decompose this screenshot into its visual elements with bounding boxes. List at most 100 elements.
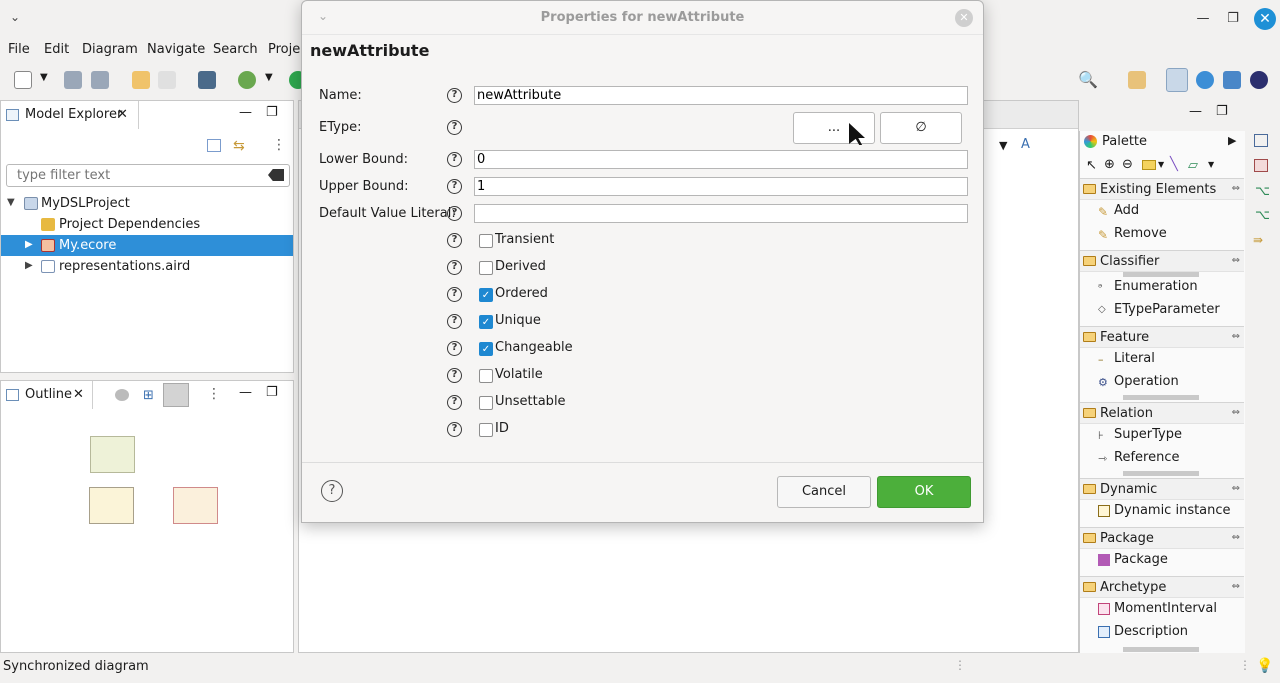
help-icon[interactable]: ? — [447, 120, 462, 135]
palette-item-description[interactable]: Description — [1080, 621, 1244, 643]
dialog-close-button[interactable]: ✕ — [955, 9, 973, 27]
menu-search[interactable]: Search — [213, 42, 258, 57]
team-perspective-icon[interactable] — [1223, 71, 1241, 89]
palette-item-add[interactable]: ✎ Add — [1080, 200, 1244, 222]
new-icon[interactable] — [14, 71, 32, 89]
help-icon[interactable]: ? — [447, 287, 462, 302]
help-icon[interactable]: ? — [447, 233, 462, 248]
unsettable-checkbox[interactable] — [479, 396, 493, 410]
name-input[interactable] — [474, 86, 968, 105]
tree-item-my-ecore[interactable]: ▶ My.ecore — [1, 235, 293, 256]
help-icon[interactable]: ? — [447, 314, 462, 329]
palette-item-supertype[interactable]: ⊦ SuperType — [1080, 424, 1244, 446]
image-view-icon[interactable] — [1254, 159, 1268, 172]
zoom-in-icon[interactable]: ⊕ — [1104, 157, 1115, 172]
menu-navigate[interactable]: Navigate — [147, 42, 205, 57]
palette-section-feature[interactable]: Feature ⇔ — [1080, 326, 1244, 348]
palette-item-momentinterval[interactable]: MomentInterval — [1080, 598, 1244, 620]
palette-item-remove[interactable]: ✎ Remove — [1080, 223, 1244, 245]
hierarchy-view-icon[interactable]: ⌥ — [1255, 184, 1270, 199]
tree-item-mydslproject[interactable]: ▼ MyDSLProject — [1, 193, 293, 214]
maximize-view-icon[interactable]: ❐ — [266, 385, 278, 400]
close-window-button[interactable]: ✕ — [1254, 8, 1276, 30]
type-hierarchy-icon[interactable]: ⌥ — [1255, 208, 1270, 223]
derived-checkbox[interactable] — [479, 261, 493, 275]
help-icon[interactable]: ? — [447, 88, 462, 103]
unique-checkbox[interactable]: ✓ — [479, 315, 493, 329]
menu-diagram[interactable]: Diagram — [82, 42, 138, 57]
pin-icon[interactable]: ⇔ — [1232, 483, 1240, 494]
upper-bound-input[interactable] — [474, 177, 968, 196]
debug-dropdown-icon[interactable]: ▼ — [265, 72, 273, 83]
expanded-arrow-icon[interactable]: ▼ — [7, 197, 17, 209]
shape-tool-icon[interactable]: ▱ — [1188, 158, 1198, 173]
save-icon[interactable] — [64, 71, 82, 89]
palette-item-reference[interactable]: ⇾ Reference — [1080, 447, 1244, 469]
palette-scroll-indicator[interactable] — [1123, 647, 1199, 652]
save-all-icon[interactable] — [91, 71, 109, 89]
default-value-input[interactable] — [474, 204, 968, 223]
palette-collapse-icon[interactable]: ▶ — [1228, 134, 1236, 147]
palette-section-existing-elements[interactable]: Existing Elements ⇔ — [1080, 178, 1244, 200]
maximize-view-icon[interactable]: ❐ — [266, 105, 278, 120]
help-icon[interactable]: ? — [447, 422, 462, 437]
filter-input[interactable] — [17, 167, 257, 184]
tree-item-project-dependencies[interactable]: Project Dependencies — [1, 214, 293, 235]
palette-item-enumeration[interactable]: ᵊ Enumeration — [1080, 276, 1244, 298]
debug-icon[interactable] — [238, 71, 256, 89]
pin-icon[interactable]: ⇔ — [1232, 255, 1240, 266]
terminal-icon[interactable] — [198, 71, 216, 89]
tree-outline-icon[interactable]: ⊞ — [143, 388, 154, 403]
palette-section-dynamic[interactable]: Dynamic ⇔ — [1080, 478, 1244, 500]
palette-scroll-indicator[interactable] — [1123, 395, 1199, 400]
palette-item-etypeparameter[interactable]: ◇ ETypeParameter — [1080, 299, 1244, 321]
minimize-view-icon[interactable]: — — [239, 385, 252, 400]
palette-section-package[interactable]: Package ⇔ — [1080, 527, 1244, 549]
collapse-all-icon[interactable] — [207, 139, 221, 152]
new-dropdown-icon[interactable]: ▼ — [40, 72, 48, 83]
palette-section-classifier[interactable]: Classifier ⇔ — [1080, 250, 1244, 272]
collapsed-arrow-icon[interactable]: ▶ — [25, 260, 35, 272]
overview-icon[interactable] — [115, 389, 129, 401]
maximize-editor-icon[interactable]: ❐ — [1216, 104, 1228, 119]
cancel-button[interactable]: Cancel — [777, 476, 871, 508]
palette-item-literal[interactable]: – Literal — [1080, 348, 1244, 370]
outline-tab[interactable]: Outline ✕ — [1, 381, 93, 409]
dialog-help-icon[interactable]: ? — [321, 480, 343, 502]
java-perspective-icon[interactable] — [1196, 71, 1214, 89]
ordered-checkbox[interactable]: ✓ — [479, 288, 493, 302]
lower-bound-input[interactable] — [474, 150, 968, 169]
etype-clear-button[interactable]: ∅ — [880, 112, 962, 144]
palette-scroll-indicator[interactable] — [1123, 471, 1199, 476]
search-icon[interactable]: 🔍 — [1078, 70, 1098, 89]
note-tool-icon[interactable] — [1142, 160, 1156, 170]
open-perspective-icon[interactable] — [1128, 71, 1146, 89]
eclipse-icon[interactable] — [1250, 71, 1268, 89]
id-checkbox[interactable] — [479, 423, 493, 437]
select-tool-icon[interactable]: ↖ — [1086, 158, 1097, 173]
minimize-editor-icon[interactable]: — — [1189, 104, 1202, 119]
help-icon[interactable]: ? — [447, 395, 462, 410]
help-icon[interactable]: ? — [447, 206, 462, 221]
pin-icon[interactable]: ⇔ — [1232, 532, 1240, 543]
task-view-icon[interactable]: ⇛ — [1253, 233, 1263, 247]
diagram-outline-icon[interactable] — [163, 383, 189, 407]
help-icon[interactable]: ? — [447, 368, 462, 383]
palette-section-relation[interactable]: Relation ⇔ — [1080, 402, 1244, 424]
palette-section-archetype[interactable]: Archetype ⇔ — [1080, 576, 1244, 598]
editor-dropdown-icon[interactable]: ▼ — [999, 139, 1007, 152]
view-menu-icon[interactable]: ⋮ — [207, 386, 221, 402]
connection-tool-icon[interactable]: ╲ — [1170, 157, 1178, 172]
zoom-out-icon[interactable]: ⊖ — [1122, 157, 1133, 172]
tip-lightbulb-icon[interactable]: 💡 — [1256, 658, 1273, 674]
shape-dropdown-icon[interactable]: ▼ — [1208, 160, 1214, 169]
model-explorer-tab[interactable]: Model Explorer ✕ — [1, 101, 139, 129]
etype-browse-button[interactable]: ... — [793, 112, 875, 144]
volatile-checkbox[interactable] — [479, 369, 493, 383]
help-icon[interactable]: ? — [447, 341, 462, 356]
pin-icon[interactable]: ⇔ — [1232, 331, 1240, 342]
tree-item-representations-aird[interactable]: ▶ representations.aird — [1, 256, 293, 277]
transient-checkbox[interactable] — [479, 234, 493, 248]
help-icon[interactable]: ? — [447, 152, 462, 167]
changeable-checkbox[interactable]: ✓ — [479, 342, 493, 356]
